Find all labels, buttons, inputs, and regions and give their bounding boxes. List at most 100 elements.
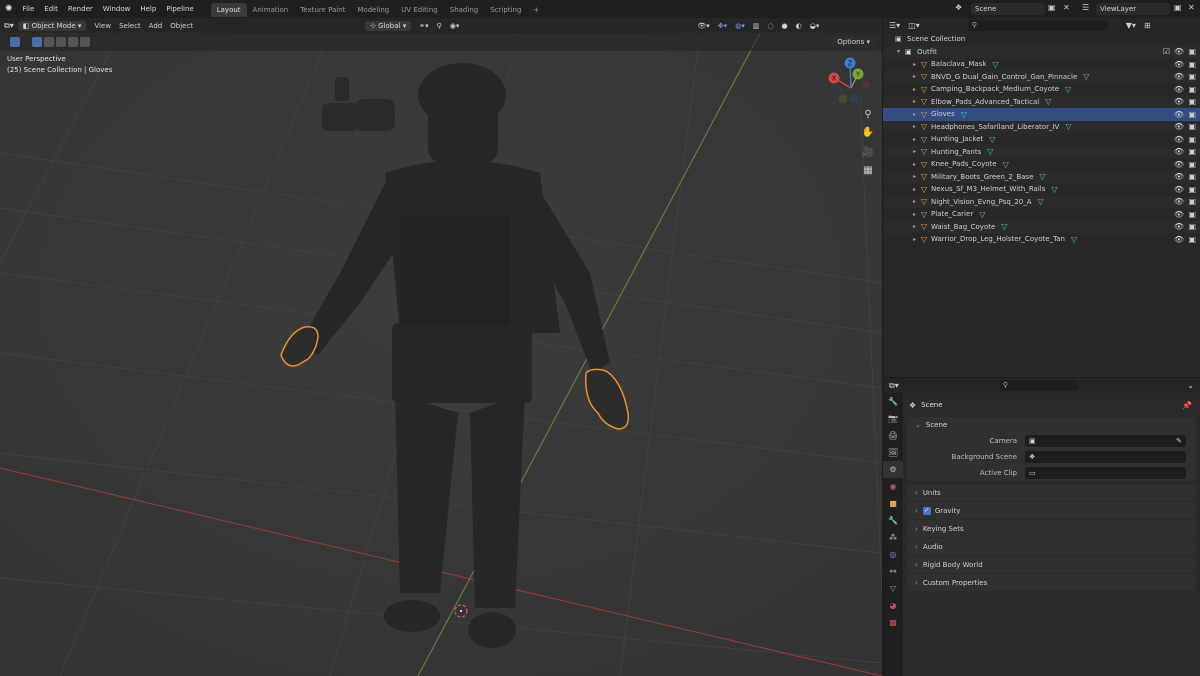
camera-icon[interactable]: ▣ [1188,72,1196,81]
tool-tab-icon[interactable]: 🔧 [883,393,903,410]
expand-arrow-icon[interactable]: ▸ [913,61,921,68]
eye-icon[interactable]: 👁 [1174,235,1184,244]
eye-icon[interactable]: 👁 [1174,160,1184,169]
mesh-data-icon[interactable]: ▽ [979,210,985,219]
editor-type-icon[interactable]: ⧉▾ [0,21,18,31]
camera-icon[interactable]: ▣ [1188,135,1196,144]
gizmo-toggle-icon[interactable]: ✥▾ [714,22,731,30]
custom-properties-panel[interactable]: › Custom Properties [907,574,1196,591]
menu-window[interactable]: Window [98,0,136,18]
expand-arrow-icon[interactable]: ▸ [913,136,921,143]
mesh-data-icon[interactable]: ▽ [1051,185,1057,194]
eye-icon[interactable]: 👁 [1174,135,1184,144]
outliner-item[interactable]: ▸ ▽ Night_Vision_Evng_Psq_20_A ▽ 👁 ▣ [883,195,1200,208]
eye-icon[interactable]: 👁 [1174,110,1184,119]
menu-file[interactable]: File [18,0,40,18]
tab-shading[interactable]: Shading [444,3,484,17]
new-scene-icon[interactable]: ▣ [1048,3,1056,12]
mesh-data-icon[interactable]: ▽ [1038,197,1044,206]
camera-icon[interactable]: ▣ [1188,110,1196,119]
outliner-item[interactable]: ▸ ▽ Hunting_Pants ▽ 👁 ▣ [883,145,1200,158]
eye-icon[interactable]: 👁 [1174,210,1184,219]
select-tool-icon[interactable] [10,37,20,47]
shading-material-icon[interactable]: ◐ [792,22,806,30]
outliner-item[interactable]: ▸ ▽ Plate_Carier ▽ 👁 ▣ [883,208,1200,221]
menu-view[interactable]: View [90,22,115,30]
tab-scripting[interactable]: Scripting [484,3,527,17]
texture-tab-icon[interactable]: ▩ [883,614,903,631]
camera-icon[interactable]: ▣ [1188,210,1196,219]
snap-icon[interactable]: ⚲ [433,22,446,30]
delete-view-layer-icon[interactable]: ✕ [1188,3,1195,12]
pin-icon[interactable]: 📌 [1182,401,1192,410]
select-mode-subtract-icon[interactable] [56,37,66,47]
render-tab-icon[interactable]: 📷 [883,410,903,427]
mode-dropdown[interactable]: ◧ Object Mode ▾ [17,20,87,31]
menu-add[interactable]: Add [145,22,167,30]
menu-object[interactable]: Object [166,22,197,30]
data-tab-icon[interactable]: ▽ [883,580,903,597]
expand-arrow-icon[interactable]: ▾ [897,48,905,55]
camera-icon[interactable]: ▣ [1188,222,1196,231]
eye-icon[interactable]: 👁 [1174,47,1184,56]
outliner-item[interactable]: ▸ ▽ Headphones_Safariland_Liberator_IV ▽ 👁 ▣ [883,120,1200,133]
keying-sets-panel[interactable]: › Keying Sets [907,520,1196,537]
eyedropper-icon[interactable]: ✎ [1176,437,1182,445]
properties-options-icon[interactable]: ⌄ [1187,381,1194,390]
pivot-icon[interactable]: ⚭▾ [415,22,432,30]
eye-icon[interactable]: 👁 [1174,147,1184,156]
outliner-editor-icon[interactable]: ☰▾ [889,21,900,30]
eye-icon[interactable]: 👁 [1174,85,1184,94]
expand-arrow-icon[interactable]: ▸ [913,211,921,218]
camera-icon[interactable]: ▣ [1188,147,1196,156]
pan-hand-icon[interactable]: ✋ [860,125,876,141]
physics-tab-icon[interactable]: ◎ [883,546,903,563]
select-mode-new-icon[interactable] [32,37,42,47]
rigid-body-world-panel[interactable]: › Rigid Body World [907,556,1196,573]
outliner-item[interactable]: ▸ ▽ Military_Boots_Green_2_Base ▽ 👁 ▣ [883,170,1200,183]
mesh-data-icon[interactable]: ▽ [1003,160,1009,169]
scene-tab-icon[interactable]: ⚙ [883,461,903,478]
modifier-tab-icon[interactable]: 🔧 [883,512,903,529]
view-layer-icon[interactable]: ☰ [1082,3,1089,12]
camera-icon[interactable]: ▣ [1188,235,1196,244]
mesh-data-icon[interactable]: ▽ [992,60,998,69]
scene-selector-icon[interactable]: ❖ [955,3,962,12]
object-tab-icon[interactable]: ■ [883,495,903,512]
camera-icon[interactable]: ▣ [1188,97,1196,106]
mesh-data-icon[interactable]: ▽ [1045,97,1051,106]
tab-modeling[interactable]: Modeling [351,3,395,17]
expand-arrow-icon[interactable]: ▸ [913,186,921,193]
display-mode-icon[interactable]: ◫▾ [908,21,920,30]
proportional-edit-icon[interactable]: ◉▾ [446,22,464,30]
units-panel[interactable]: › Units [907,484,1196,501]
expand-arrow-icon[interactable]: ▸ [913,86,921,93]
properties-editor-icon[interactable]: ⧉▾ [889,381,899,391]
expand-arrow-icon[interactable]: ▸ [913,98,921,105]
select-mode-extend-icon[interactable] [44,37,54,47]
tab-layout[interactable]: Layout [210,3,247,17]
eye-icon[interactable]: 👁 [1174,197,1184,206]
menu-select[interactable]: Select [115,22,145,30]
mesh-data-icon[interactable]: ▽ [987,147,993,156]
properties-search-input[interactable]: ⚲ [998,380,1079,391]
outliner-item[interactable]: ▸ ▽ Waist_Bag_Coyote ▽ 👁 ▣ [883,220,1200,233]
gravity-checkbox[interactable]: ✓ [922,506,931,515]
outliner-item[interactable]: ▸ ▽ Elbow_Pads_Advanced_Tactical ▽ 👁 ▣ [883,95,1200,108]
scene-name-field[interactable]: Scene [971,3,1045,15]
outliner-item[interactable]: ▸ ▽ Gloves ▽ 👁 ▣ [883,108,1200,121]
eye-icon[interactable]: 👁 [1174,222,1184,231]
camera-icon[interactable]: ▣ [1188,160,1196,169]
gravity-panel[interactable]: › ✓ Gravity [907,502,1196,519]
new-view-layer-icon[interactable]: ▣ [1174,3,1182,12]
blender-logo-icon[interactable]: ✺ [0,0,18,18]
camera-icon[interactable]: ▣ [1188,197,1196,206]
mesh-data-icon[interactable]: ▽ [1083,72,1089,81]
select-mode-invert-icon[interactable] [68,37,78,47]
mesh-data-icon[interactable]: ▽ [989,135,995,144]
mesh-data-icon[interactable]: ▽ [961,110,967,119]
menu-render[interactable]: Render [63,0,98,18]
zoom-icon[interactable]: ⚲ [860,107,876,123]
outliner-item[interactable]: ▸ ▽ Hunting_Jacket ▽ 👁 ▣ [883,133,1200,146]
eye-icon[interactable]: 👁 [1174,60,1184,69]
